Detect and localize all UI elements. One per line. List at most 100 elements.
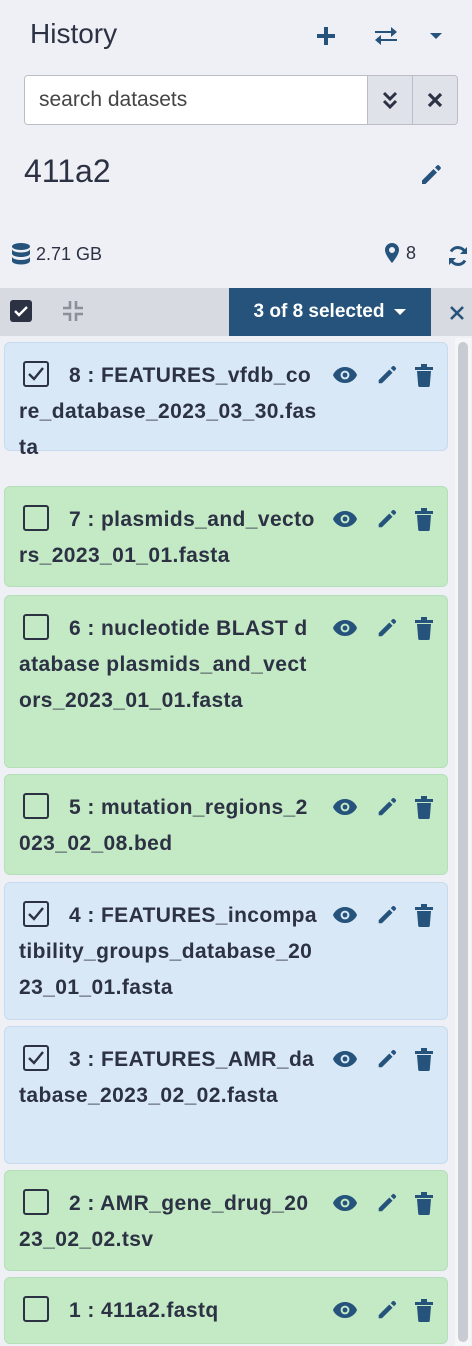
history-size-value: 2.71 GB xyxy=(36,243,103,264)
history-size[interactable]: 2.71 GB xyxy=(10,242,102,266)
display-dataset-button[interactable] xyxy=(331,793,359,821)
display-dataset-button[interactable] xyxy=(331,1045,359,1073)
refresh-history-button[interactable] xyxy=(446,244,470,273)
delete-dataset-button[interactable] xyxy=(410,1296,438,1324)
dataset-checkbox[interactable] xyxy=(23,614,49,640)
delete-dataset-button[interactable] xyxy=(410,614,438,642)
check-icon xyxy=(28,1051,44,1065)
eye-icon xyxy=(333,1195,357,1211)
dataset-checkbox[interactable] xyxy=(23,505,49,531)
dataset-checkbox[interactable] xyxy=(23,1189,49,1215)
search-bar xyxy=(24,75,458,125)
dataset-item[interactable]: 3 : FEATURES_AMR_database_2023_02_02.fas… xyxy=(4,1026,448,1164)
display-dataset-button[interactable] xyxy=(331,614,359,642)
dataset-item[interactable]: 6 : nucleotide BLAST database plasmids_a… xyxy=(4,595,448,768)
selection-label: 3 of 8 selected xyxy=(253,301,385,322)
delete-dataset-button[interactable] xyxy=(410,1189,438,1217)
delete-dataset-button[interactable] xyxy=(410,901,438,929)
dataset-list: 8 : FEATURES_vfdb_core_database_2023_03_… xyxy=(0,336,472,1346)
history-options-button[interactable] xyxy=(420,20,452,52)
plus-icon xyxy=(317,27,335,45)
edit-dataset-button[interactable] xyxy=(373,361,401,389)
dataset-checkbox[interactable] xyxy=(23,1296,49,1322)
eye-icon xyxy=(333,620,357,636)
select-all-checkbox[interactable] xyxy=(10,300,32,322)
edit-dataset-button[interactable] xyxy=(373,1045,401,1073)
exchange-icon xyxy=(375,27,397,45)
edit-dataset-button[interactable] xyxy=(373,505,401,533)
edit-history-name-button[interactable] xyxy=(414,158,448,192)
dataset-title[interactable]: 5 : mutation_regions_2023_02_08.bed xyxy=(19,790,319,862)
collapse-items-button[interactable] xyxy=(58,296,88,326)
dataset-title[interactable]: 2 : AMR_gene_drug_2023_02_02.tsv xyxy=(19,1186,319,1258)
clear-search-button[interactable] xyxy=(412,76,457,124)
dataset-title[interactable]: 6 : nucleotide BLAST database plasmids_a… xyxy=(19,611,319,719)
delete-dataset-button[interactable] xyxy=(410,793,438,821)
scrollbar[interactable] xyxy=(455,338,471,1346)
eye-icon xyxy=(333,1302,357,1318)
scrollbar-thumb[interactable] xyxy=(458,342,468,1342)
delete-dataset-button[interactable] xyxy=(410,505,438,533)
dataset-title[interactable]: 3 : FEATURES_AMR_database_2023_02_02.fas… xyxy=(19,1042,319,1114)
dataset-item[interactable]: 2 : AMR_gene_drug_2023_02_02.tsv xyxy=(4,1170,448,1271)
eye-icon xyxy=(333,511,357,527)
search-input[interactable] xyxy=(25,76,367,124)
dataset-item[interactable]: 7 : plasmids_and_vectors_2023_01_01.fast… xyxy=(4,486,448,587)
dataset-checkbox[interactable] xyxy=(23,1045,49,1071)
dataset-item[interactable]: 4 : FEATURES_incompatibility_groups_data… xyxy=(4,882,448,1020)
selection-toolbar: 3 of 8 selected xyxy=(0,288,472,336)
history-count-value: 8 xyxy=(406,242,417,263)
eye-icon xyxy=(333,907,357,923)
dataset-item[interactable]: 8 : FEATURES_vfdb_core_database_2023_03_… xyxy=(4,342,448,459)
trash-icon xyxy=(415,364,433,387)
edit-dataset-button[interactable] xyxy=(373,614,401,642)
trash-icon xyxy=(415,508,433,531)
pencil-icon xyxy=(378,618,397,637)
dataset-checkbox[interactable] xyxy=(23,793,49,819)
compress-icon xyxy=(63,301,83,321)
pencil-icon xyxy=(378,797,397,816)
close-icon xyxy=(450,306,464,320)
trash-icon xyxy=(415,617,433,640)
clear-selection-button[interactable] xyxy=(444,300,470,326)
dataset-checkbox[interactable] xyxy=(23,901,49,927)
dataset-title[interactable]: 8 : FEATURES_vfdb_core_database_2023_03_… xyxy=(19,358,319,466)
caret-down-icon xyxy=(430,33,442,39)
display-dataset-button[interactable] xyxy=(331,1189,359,1217)
pencil-icon xyxy=(422,165,441,184)
dataset-title[interactable]: 7 : plasmids_and_vectors_2023_01_01.fast… xyxy=(19,502,319,574)
edit-dataset-button[interactable] xyxy=(373,1189,401,1217)
check-icon xyxy=(28,907,44,921)
trash-icon xyxy=(415,1192,433,1215)
create-history-button[interactable] xyxy=(310,20,342,52)
display-dataset-button[interactable] xyxy=(331,901,359,929)
dataset-checkbox[interactable] xyxy=(23,361,49,387)
display-dataset-button[interactable] xyxy=(331,1296,359,1324)
selection-dropdown-button[interactable]: 3 of 8 selected xyxy=(229,288,431,336)
edit-dataset-button[interactable] xyxy=(373,901,401,929)
history-item-count[interactable]: 8 xyxy=(384,242,416,264)
trash-icon xyxy=(415,904,433,927)
check-icon xyxy=(14,306,28,317)
delete-dataset-button[interactable] xyxy=(410,1045,438,1073)
panel-title: History xyxy=(30,18,118,49)
history-panel-header: History 411a2 xyxy=(0,0,472,288)
pencil-icon xyxy=(378,1300,397,1319)
delete-dataset-button[interactable] xyxy=(410,361,438,389)
edit-dataset-button[interactable] xyxy=(373,793,401,821)
display-dataset-button[interactable] xyxy=(331,505,359,533)
check-icon xyxy=(28,367,44,381)
dataset-item[interactable]: 1 : 411a2.fastq xyxy=(4,1277,448,1344)
switch-history-button[interactable] xyxy=(370,20,402,52)
map-marker-icon xyxy=(385,243,399,263)
history-stats: 2.71 GB 8 xyxy=(10,242,470,274)
database-icon xyxy=(12,243,30,265)
advanced-search-toggle[interactable] xyxy=(367,76,412,124)
edit-dataset-button[interactable] xyxy=(373,1296,401,1324)
times-icon xyxy=(427,92,443,108)
dataset-title[interactable]: 4 : FEATURES_incompatibility_groups_data… xyxy=(19,898,319,1006)
display-dataset-button[interactable] xyxy=(331,361,359,389)
history-name: 411a2 xyxy=(24,153,111,189)
dataset-item[interactable]: 5 : mutation_regions_2023_02_08.bed xyxy=(4,774,448,875)
dataset-title[interactable]: 1 : 411a2.fastq xyxy=(19,1293,319,1329)
